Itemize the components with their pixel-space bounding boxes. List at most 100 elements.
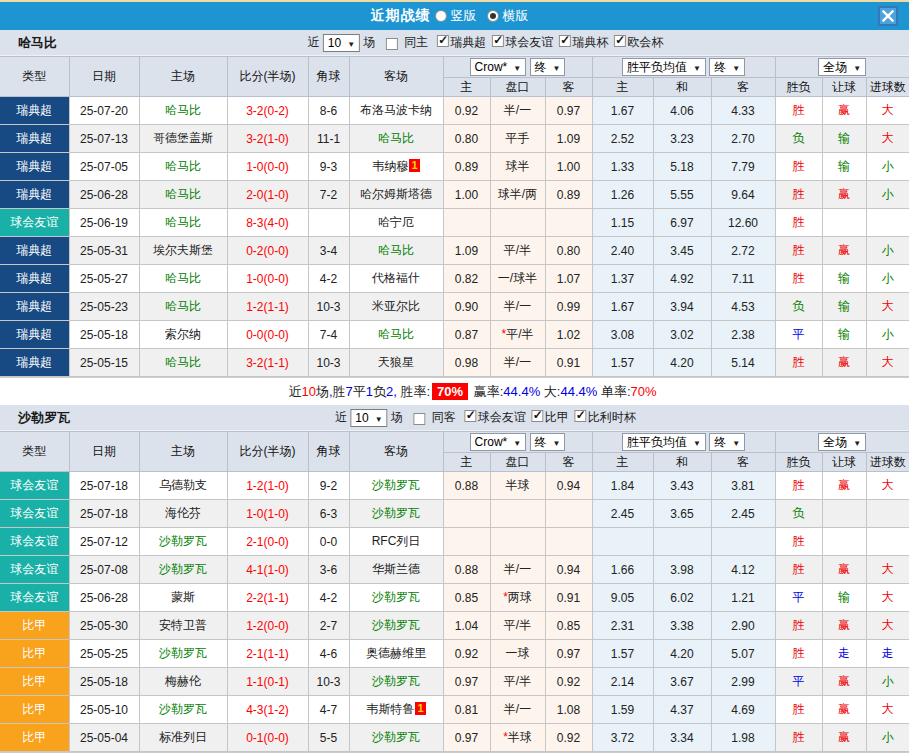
col-header-corner: 角球 [308,57,349,97]
close-button[interactable] [878,6,898,26]
header-label: 终 [535,59,547,76]
dropdown-arrow-icon [553,435,561,449]
asian-away-odds-cell: 0.91 [545,349,592,377]
euro-final-select[interactable]: 终 [709,433,745,451]
match-result-cell: 平 [775,668,822,696]
header-label: 全场 [823,59,847,76]
date-cell: 25-07-18 [69,500,139,528]
layout-radio-vertical[interactable]: 竖版 [435,7,477,25]
handicap-result-cell: 输 [822,125,866,153]
team-name: 沙勒罗瓦 [18,405,70,430]
summary-segment: 胜 [333,383,346,401]
corner-cell: 9-3 [308,153,349,181]
asian-home-odds-cell: 0.98 [443,349,490,377]
away-team-cell: 哈马比 [349,321,443,349]
goals-result-cell: 大 [866,584,909,612]
popup-recent-results: 近期战绩 竖版横版 哈马比 近 10 场 同主 瑞典超球会友谊瑞典杯欧会杯 [0,0,909,755]
home-team-cell: 哈马比 [139,181,227,209]
league-checkbox[interactable] [575,410,587,422]
goals-result-cell: 大 [866,696,909,724]
scope-select[interactable]: 全场 [818,58,866,76]
match-row: 瑞典超25-07-20哈马比3-2(0-2)8-6布洛马波卡纳0.92半/一0.… [0,97,909,125]
league-cell: 瑞典超 [0,237,69,265]
euro-final-select[interactable]: 终 [709,58,745,76]
dropdown-arrow-icon [347,36,355,50]
asian-away-odds-cell: 0.85 [545,612,592,640]
league-checkbox[interactable] [492,35,504,47]
asian-final-select[interactable]: 终 [530,433,566,451]
scope-select[interactable]: 全场 [818,433,866,451]
asian-company-select[interactable]: Crow* [470,433,527,451]
asian-company-select[interactable]: Crow* [470,58,527,76]
match-count-select[interactable]: 10 [350,409,387,427]
match-result-cell: 胜 [775,696,822,724]
score-cell: 8-3(4-0) [227,209,308,237]
league-checkbox[interactable] [559,35,571,47]
result-group-header: 全场 [775,57,909,78]
league-checkbox[interactable] [532,410,544,422]
away-team-cell: 沙勒罗瓦 [349,724,443,752]
handicap-cell [490,209,545,237]
match-result-cell: 胜 [775,528,822,556]
handicap-cell: 半/一 [490,97,545,125]
euro-draw-odds-cell: 4.20 [653,349,711,377]
asian-home-odds-cell: 0.88 [443,556,490,584]
handicap-result-cell: 输 [822,321,866,349]
asian-home-odds-cell [443,209,490,237]
away-team-name: 沙勒罗瓦 [372,674,420,688]
date-cell: 25-06-19 [69,209,139,237]
goals-result-cell: 大 [866,293,909,321]
away-team-name: 沙勒罗瓦 [372,730,420,744]
euro-home-odds-cell: 9.05 [592,584,653,612]
date-cell: 25-06-28 [69,181,139,209]
home-team-name: 蒙斯 [171,590,195,604]
header-label: 角球 [317,69,341,83]
euro-draw-odds-cell: 4.06 [653,97,711,125]
layout-radio-group: 竖版横版 [435,7,539,25]
euro-away-odds-cell: 2.70 [711,125,775,153]
date-cell: 25-07-13 [69,125,139,153]
euro-draw-odds-cell: 3.67 [653,668,711,696]
team-bar: 沙勒罗瓦 近 10 场 同客 球会友谊比甲比利时杯 [0,405,909,431]
table-header: 类型 日期 主场 比分(半场) 角球 客场 Crow* 终 胜平负均值 终 [0,57,909,97]
league-checkbox[interactable] [614,35,626,47]
euro-odds-select[interactable]: 胜平负均值 [622,58,706,76]
header-label: Crow* [475,435,508,449]
away-team-cell: 哈马比 [349,125,443,153]
home-team-cell: 哈马比 [139,209,227,237]
away-team-cell: 沙勒罗瓦 [349,500,443,528]
header-label: 客场 [384,444,408,458]
red-card-badge: 1 [409,159,419,172]
asian-away-odds-cell: 1.08 [545,696,592,724]
league-checkbox[interactable] [437,35,449,47]
league-checkbox[interactable] [465,410,477,422]
date-cell: 25-06-28 [69,584,139,612]
away-team-name: 沙勒罗瓦 [372,590,420,604]
date-cell: 25-07-05 [69,153,139,181]
euro-odds-select[interactable]: 胜平负均值 [622,433,706,451]
asian-home-odds-cell: 0.82 [443,265,490,293]
date-cell: 25-05-27 [69,265,139,293]
asian-final-select[interactable]: 终 [530,58,566,76]
match-row: 球会友谊25-07-12沙勒罗瓦2-1(0-0)0-0RFC列日胜 [0,528,909,556]
sub-col-header: 盘口 [490,453,545,472]
header-label: 主场 [171,444,195,458]
match-row: 球会友谊25-07-18乌德勒支1-2(1-0)9-2沙勒罗瓦0.88半球0.9… [0,472,909,500]
euro-home-odds-cell: 1.67 [592,97,653,125]
col-header-date: 日期 [69,432,139,472]
asian-home-odds-cell: 0.81 [443,696,490,724]
euro-home-odds-cell: 3.72 [592,724,653,752]
score-cell: 3-2(0-2) [227,97,308,125]
same-venue-checkbox[interactable] [386,38,398,50]
match-count-select[interactable]: 10 [323,34,360,52]
col-header-type: 类型 [0,57,69,97]
match-result-cell: 负 [775,125,822,153]
summary-row: 近10场,胜7平1负2, 胜率:70% 赢率:44.4% 大:44.4% 单率:… [0,377,909,405]
header-label: 胜平负均值 [627,59,687,76]
euro-away-odds-cell: 7.79 [711,153,775,181]
league-checkbox-label: 瑞典杯 [572,35,608,49]
layout-radio-horizontal[interactable]: 横版 [487,7,529,25]
same-venue-checkbox[interactable] [414,413,426,425]
dropdown-arrow-icon [553,60,561,74]
handicap-result-cell: 输 [822,265,866,293]
